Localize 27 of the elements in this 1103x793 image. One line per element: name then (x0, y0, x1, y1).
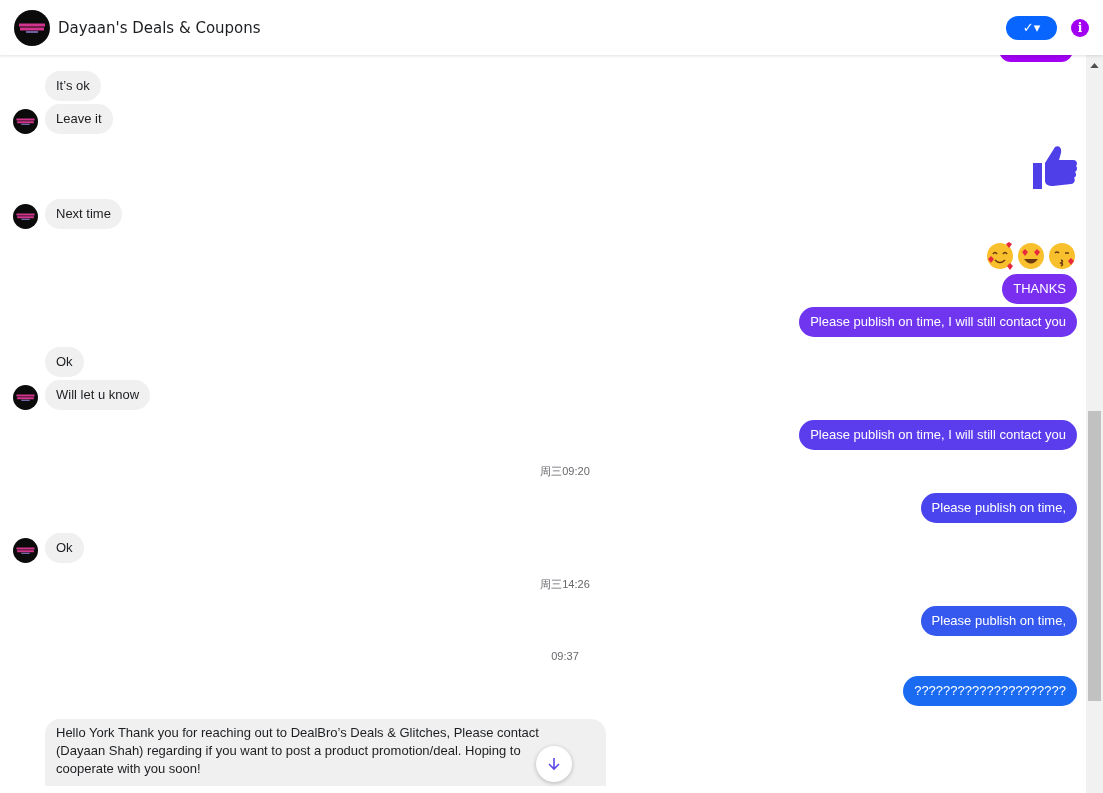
message-bubble: Hello York Thank you for reaching out to DealBro’s Deals & Glitches, Please contact (Dayaan Shah) regarding if you want to post a product promotion/deal. Hoping to cooperate with you soon! (45, 719, 606, 786)
smiling-face-hearts-icon (985, 241, 1015, 271)
heart-eyes-face-icon (1016, 241, 1046, 271)
message-bubble: It’s ok (45, 71, 101, 101)
chat-title: Dayaan's Deals & Coupons (58, 18, 261, 37)
message-bubble: ????????????????????? (903, 676, 1077, 706)
timestamp: 周三09:20 (540, 464, 590, 479)
timestamp: 周三14:26 (540, 577, 590, 592)
info-button[interactable]: i (1071, 18, 1089, 37)
scroll-up-arrow-icon[interactable] (1090, 63, 1099, 68)
message-bubble: Will let u know (45, 380, 151, 410)
message-bubble: Next time (45, 199, 122, 229)
message-bubble: Please publish on time, (920, 606, 1077, 636)
message-bubble: Leave it (45, 104, 113, 134)
status-button[interactable]: ✓▾ (1006, 15, 1057, 40)
message-bubble: Please publish on time, (920, 493, 1077, 523)
scrollbar-thumb[interactable] (1088, 411, 1101, 701)
message-bubble: Ok (45, 533, 84, 563)
timestamp: 09:37 (551, 650, 579, 662)
kissing-face-icon (1047, 241, 1077, 271)
arrow-down-icon (546, 756, 562, 772)
scrollbar[interactable] (1086, 55, 1103, 793)
message-bubble: Please publish on time, I will still contact you (799, 307, 1077, 337)
message-bubble: THANKS (1002, 274, 1077, 304)
message-bubble: Ok (45, 347, 84, 377)
avatar-icon (14, 9, 50, 46)
message-bubble: Please publish on time, I will still contact you (799, 420, 1077, 450)
